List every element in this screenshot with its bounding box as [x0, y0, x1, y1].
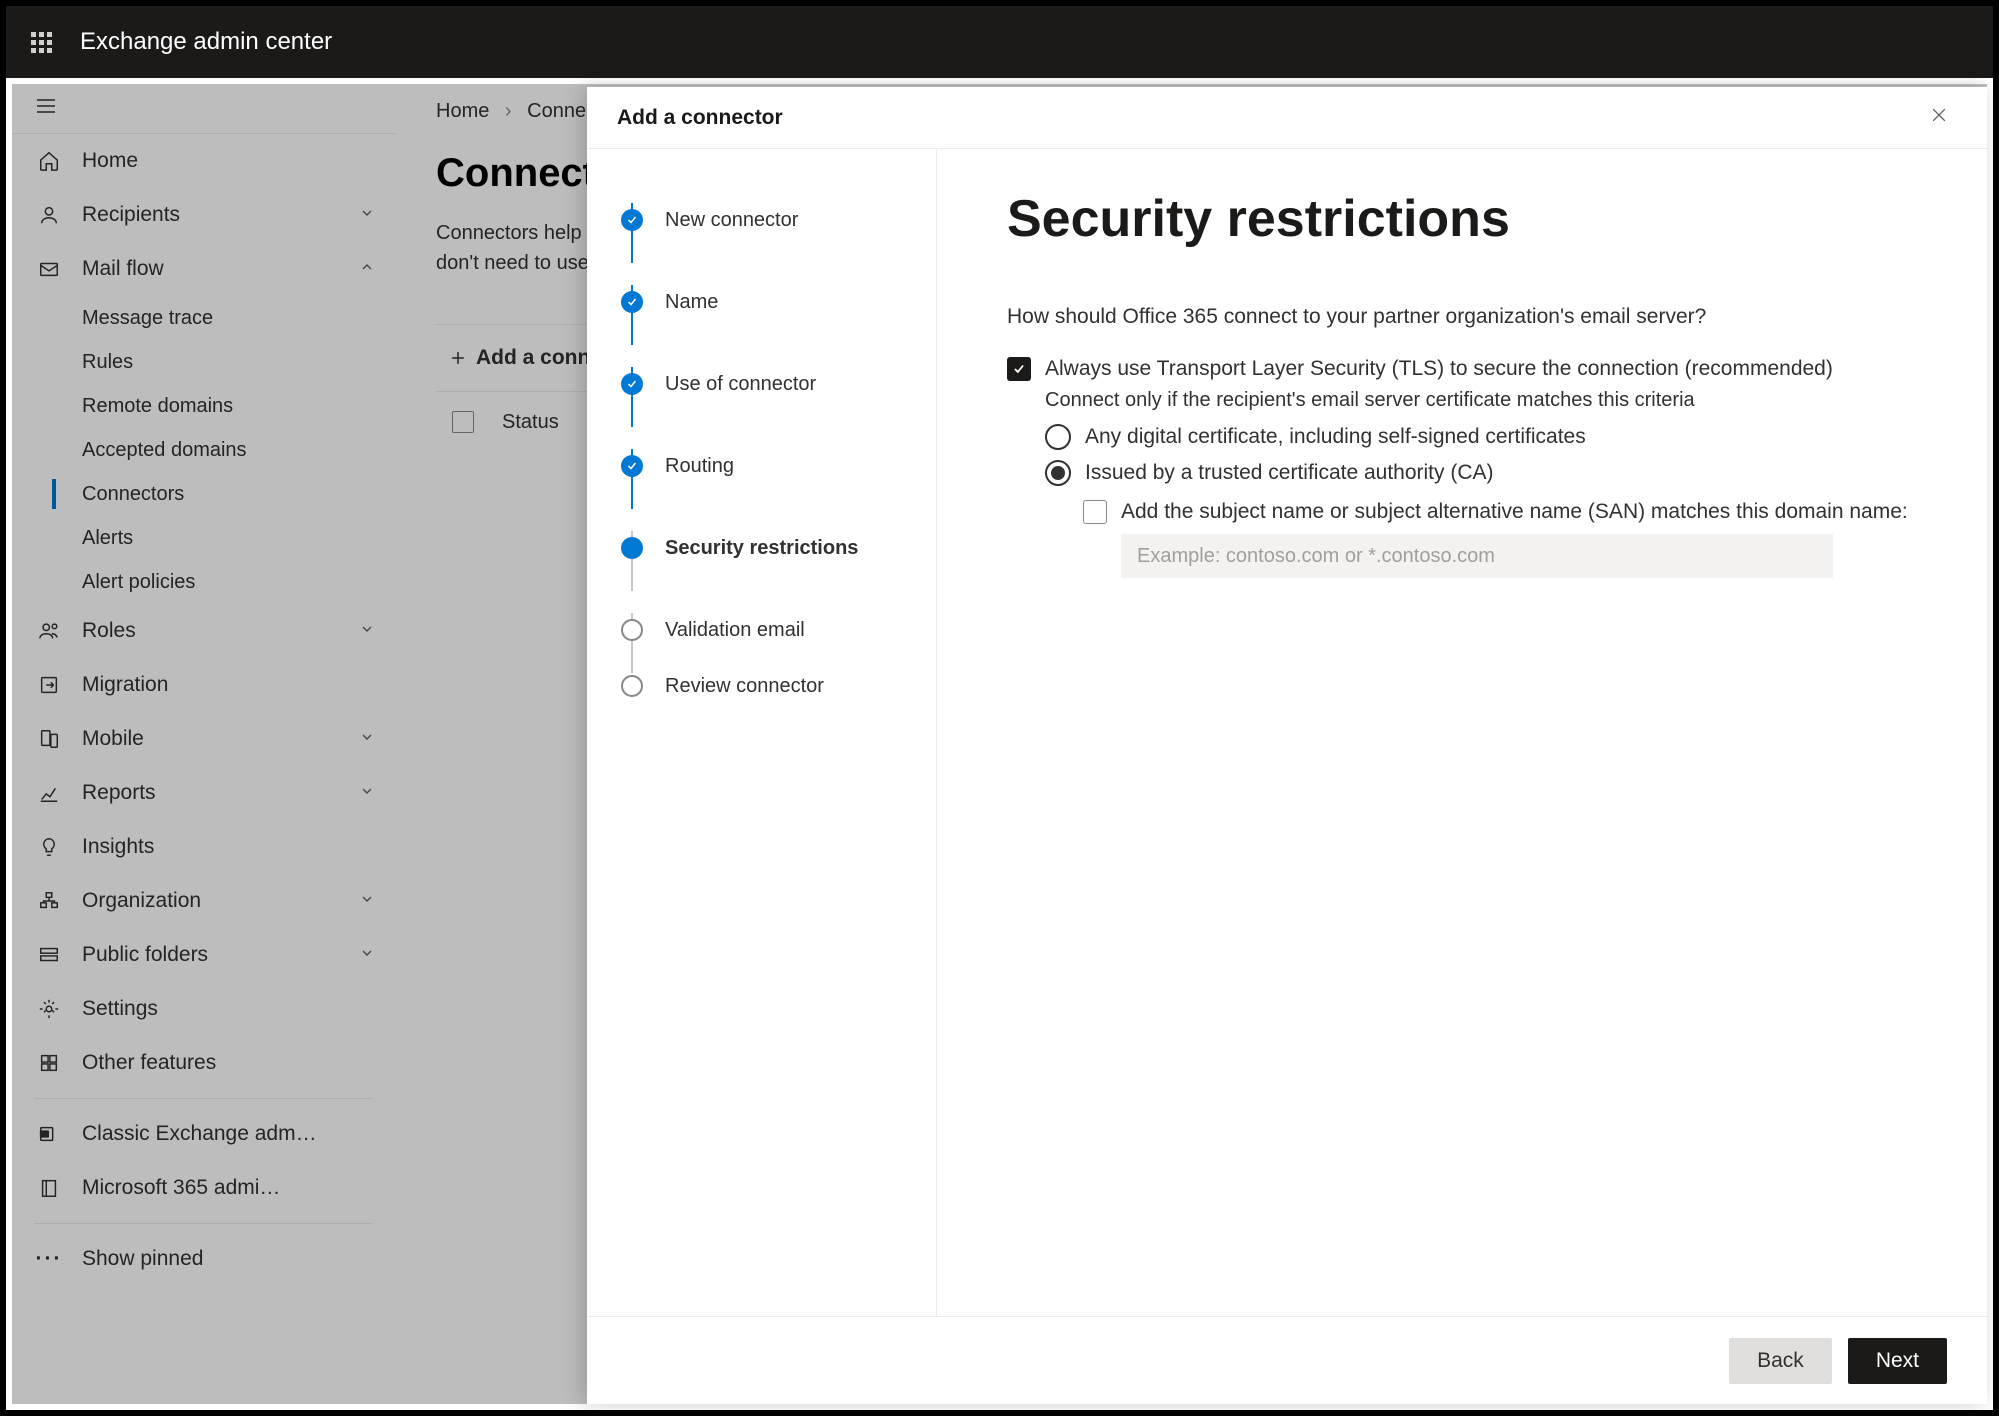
app-title: Exchange admin center — [80, 28, 332, 56]
step-done-icon — [621, 209, 643, 231]
back-button[interactable]: Back — [1729, 1338, 1832, 1384]
step-current-icon — [621, 537, 643, 559]
step-validation-email[interactable]: Validation email — [621, 589, 916, 671]
top-bar: Exchange admin center — [6, 6, 1993, 78]
step-security-restrictions[interactable]: Security restrictions — [621, 507, 916, 589]
step-todo-icon — [621, 675, 643, 697]
step-label: Review connector — [665, 675, 824, 698]
tls-checkbox-label: Always use Transport Layer Security (TLS… — [1045, 357, 1833, 381]
step-done-icon — [621, 373, 643, 395]
tls-checkbox-row[interactable]: Always use Transport Layer Security (TLS… — [1007, 357, 1927, 381]
san-checkbox-row[interactable]: Add the subject name or subject alternat… — [1083, 500, 1927, 524]
step-review-connector[interactable]: Review connector — [621, 671, 916, 701]
close-icon[interactable] — [1921, 97, 1957, 139]
step-routing[interactable]: Routing — [621, 425, 916, 507]
wizard-stepper: New connector Name Use of connector — [587, 149, 937, 1316]
step-new-connector[interactable]: New connector — [621, 179, 916, 261]
checkbox-unchecked-icon — [1083, 500, 1107, 524]
step-done-icon — [621, 455, 643, 477]
step-todo-icon — [621, 619, 643, 641]
step-label: Name — [665, 291, 718, 314]
step-done-icon — [621, 291, 643, 313]
radio-trusted-ca[interactable]: Issued by a trusted certificate authorit… — [1045, 460, 1927, 486]
san-checkbox-label: Add the subject name or subject alternat… — [1121, 500, 1908, 524]
panel-content: Security restrictions How should Office … — [937, 149, 1987, 1316]
tls-subtext: Connect only if the recipient's email se… — [1045, 389, 1927, 412]
step-label: Security restrictions — [665, 537, 858, 560]
step-label: Use of connector — [665, 373, 816, 396]
step-label: New connector — [665, 209, 798, 232]
radio-unselected-icon — [1045, 424, 1071, 450]
checkbox-checked-icon — [1007, 357, 1031, 381]
content-heading: Security restrictions — [1007, 189, 1927, 249]
radio-selected-icon — [1045, 460, 1071, 486]
step-label: Validation email — [665, 619, 805, 642]
content-question: How should Office 365 connect to your pa… — [1007, 305, 1927, 329]
step-name[interactable]: Name — [621, 261, 916, 343]
panel-title: Add a connector — [617, 106, 783, 130]
step-label: Routing — [665, 455, 734, 478]
radio-label: Issued by a trusted certificate authorit… — [1085, 461, 1494, 485]
radio-label: Any digital certificate, including self-… — [1085, 425, 1586, 449]
domain-name-input[interactable] — [1121, 534, 1833, 578]
radio-any-cert[interactable]: Any digital certificate, including self-… — [1045, 424, 1927, 450]
app-launcher-icon[interactable] — [14, 6, 68, 78]
panel-footer: Back Next — [587, 1316, 1987, 1404]
panel-header: Add a connector — [587, 87, 1987, 149]
next-button[interactable]: Next — [1848, 1338, 1947, 1384]
add-connector-panel: Add a connector New connector — [587, 87, 1987, 1404]
step-use-of-connector[interactable]: Use of connector — [621, 343, 916, 425]
